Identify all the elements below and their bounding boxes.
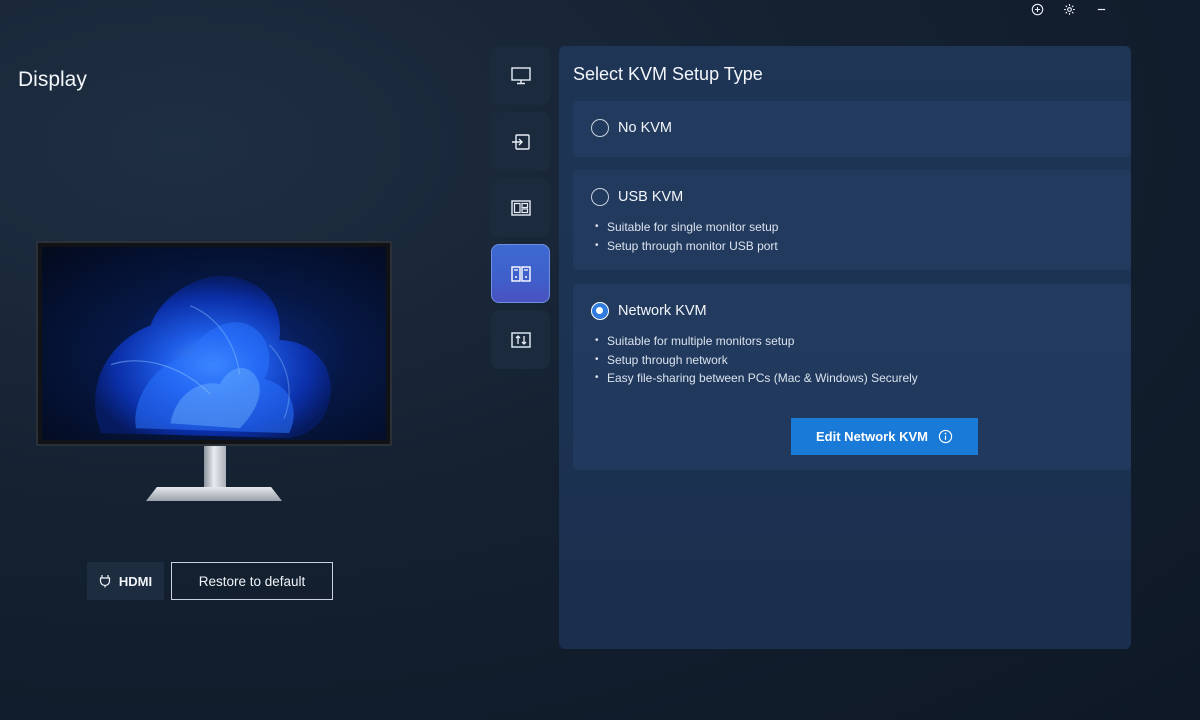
radio-row-usb-kvm[interactable]: USB KVM [591,188,683,206]
monitor-wallpaper [42,247,386,440]
panel-title: Select KVM Setup Type [573,64,763,84]
radio-usb-kvm[interactable] [591,188,609,206]
monitor-illustration [36,241,392,503]
minimize-icon[interactable] [1094,2,1108,16]
plug-icon [99,575,110,588]
page-title: Display [18,68,87,91]
input-source-label: HDMI [118,573,153,589]
radio-row-no-kvm[interactable]: No KVM [591,119,672,137]
gear-icon[interactable] [1062,2,1076,16]
bullet-item: Suitable for single monitor setup [595,218,778,237]
option-label: No KVM [618,120,672,136]
window-controls [1030,2,1108,16]
monitor-bezel [36,241,392,446]
tab-input[interactable] [491,112,550,171]
adjust-icon [510,331,531,348]
category-tabs [491,46,550,376]
option-no-kvm[interactable]: No KVM [573,101,1131,157]
monitor-icon [510,66,531,84]
info-icon [938,429,953,444]
tab-adjust[interactable] [491,310,550,369]
option-bullets: Suitable for multiple monitors setup Set… [595,332,918,388]
option-label: Network KVM [618,303,707,319]
restore-default-button[interactable]: Restore to default [171,562,333,600]
option-label: USB KVM [618,189,684,205]
layout-icon [510,199,531,216]
bullet-item: Suitable for multiple monitors setup [595,332,918,351]
option-usb-kvm[interactable]: USB KVM Suitable for single monitor setu… [573,170,1131,270]
option-bullets: Suitable for single monitor setup Setup … [595,218,778,255]
bullet-item: Setup through monitor USB port [595,237,778,256]
edit-network-kvm-button[interactable]: Edit Network KVM [791,418,978,455]
kvm-setup-panel: Select KVM Setup Type No KVM USB KVM Sui… [559,46,1131,649]
radio-row-network-kvm[interactable]: Network KVM [591,302,707,320]
radio-no-kvm[interactable] [591,119,609,137]
add-icon[interactable] [1030,2,1044,16]
monitor-stand-base [146,487,282,501]
tab-kvm[interactable] [491,244,550,303]
input-source-badge[interactable]: HDMI [87,562,164,600]
kvm-icon [510,265,531,282]
option-network-kvm[interactable]: Network KVM Suitable for multiple monito… [573,284,1131,470]
edit-network-kvm-label: Edit Network KVM [816,429,928,444]
tab-layout[interactable] [491,178,550,237]
bullet-item: Easy file-sharing between PCs (Mac & Win… [595,369,918,388]
tab-display[interactable] [491,46,550,105]
bullet-item: Setup through network [595,351,918,370]
monitor-stand-neck [204,446,226,492]
radio-network-kvm[interactable] [591,302,609,320]
input-source-icon [511,133,530,150]
